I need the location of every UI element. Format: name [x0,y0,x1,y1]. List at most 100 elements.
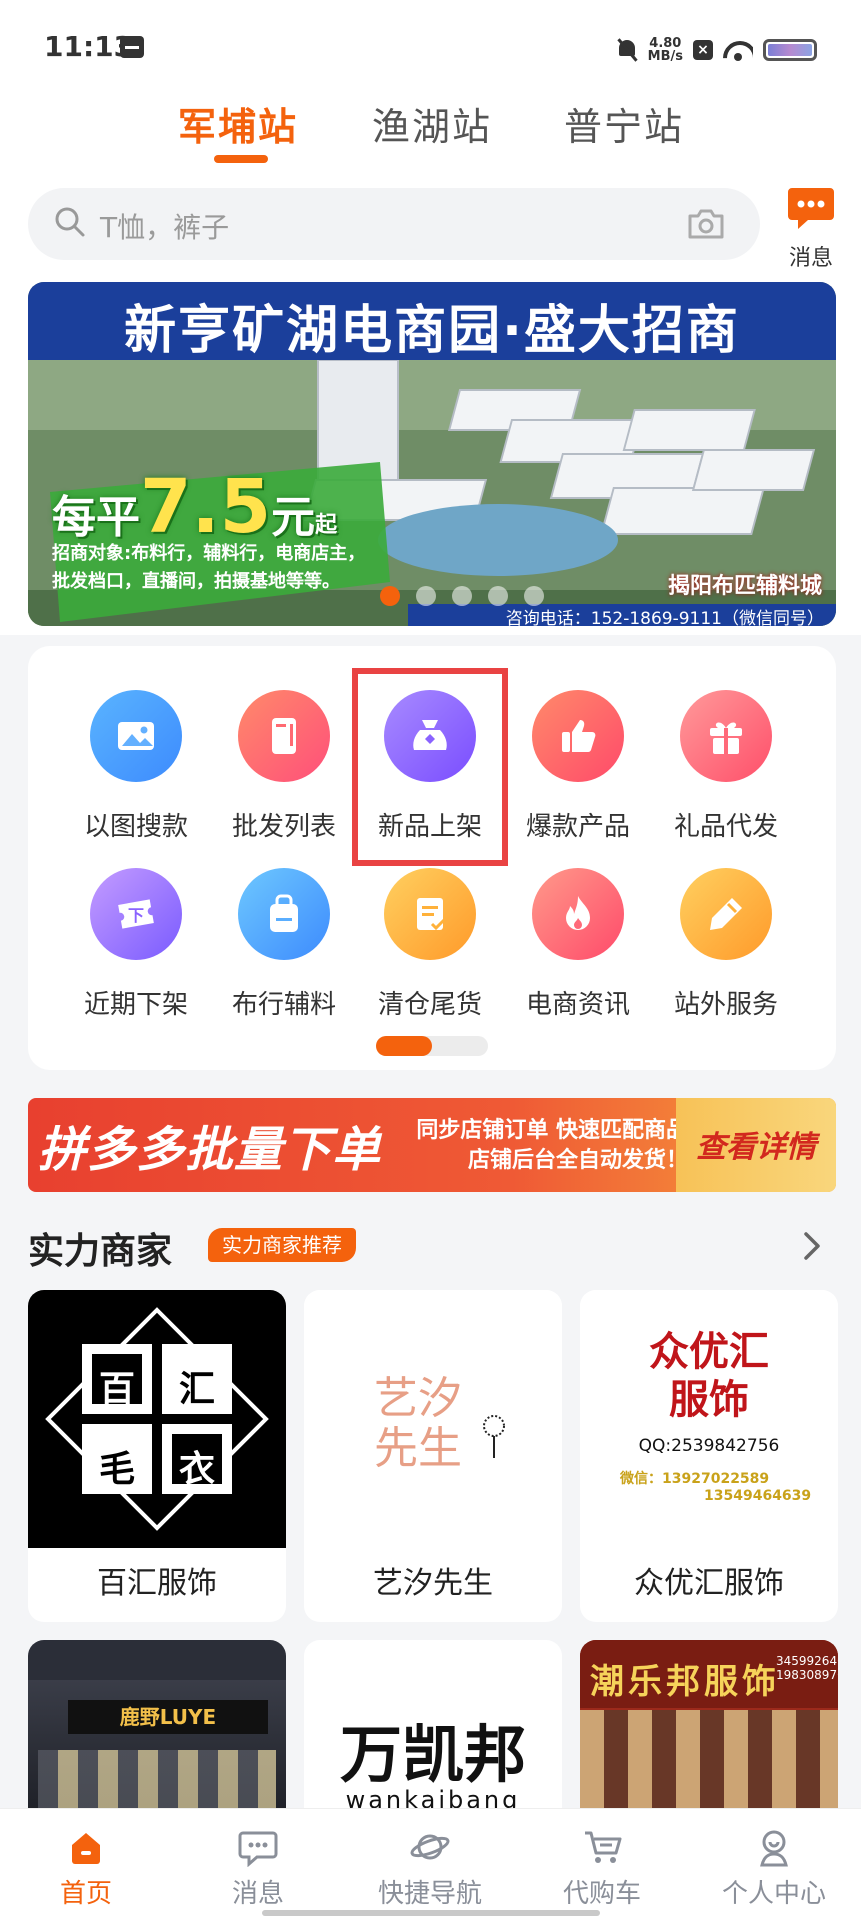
promo-sub-line2: 店铺后台全自动发货！ [467,1148,688,1173]
nav-label: 快捷导航 [377,1879,482,1909]
merchant-card[interactable]: 众优汇 服饰 QQ:2539842756 微信：13927022589 1354… [580,1290,838,1622]
merchant-logo: 艺汐 先生 [304,1290,562,1548]
logo-line: 先生 [374,1423,462,1474]
merchant-name: 百汇服饰 [97,1566,217,1601]
store-phone-line: 345992640 [776,1654,838,1668]
carousel-dot[interactable] [524,586,544,606]
highlight-box [352,668,508,866]
merchant-card[interactable]: 潮乐邦服饰 345992640 19830897030 [580,1640,838,1810]
notification-icon [120,36,144,58]
view-details-button[interactable]: 查看详情 [676,1098,836,1192]
menu-label: 站外服务 [673,990,778,1020]
carousel-dot[interactable] [416,586,436,606]
message-entry[interactable]: 消息 [780,186,840,271]
nav-home[interactable]: 首页 [0,1809,172,1920]
pencil-icon [680,868,772,960]
price-value: 7.5 [140,464,272,550]
tab-puning[interactable]: 普宁站 [564,96,684,151]
menu-item-gift-dropship[interactable]: 礼品代发 [656,652,796,842]
diamond-logo-frame [45,1307,269,1531]
menu-item-recently-removed[interactable]: 下 近期下架 [66,830,206,1020]
user-icon [760,1830,788,1867]
status-bar: 11:13 4.80 MB/s × [0,0,861,100]
promo-banner-carousel[interactable]: 新亨矿湖电商园·盛大招商 每平7.5元起 招商对象:布料行，辅料行，电商店主，批… [28,282,836,626]
store-phone-line: 19830897030 [776,1668,838,1682]
chevron-right-icon[interactable] [800,1226,824,1266]
image-icon [90,690,182,782]
camera-icon[interactable] [686,208,726,240]
nav-messages[interactable]: 消息 [172,1809,344,1920]
price-unit: 元 [271,492,316,543]
menu-pager-active [376,1036,432,1056]
nav-label: 代购车 [562,1879,641,1909]
pdd-promo-banner[interactable]: 拼多多批量下单 同步店铺订单 快速匹配商品 店铺后台全自动发货！ 查看详情 [28,1098,836,1192]
home-indicator[interactable] [262,1910,600,1916]
logo-char: 汇 [178,1369,215,1410]
home-icon [72,1833,100,1864]
ticket-down-icon: 下 [90,868,182,960]
message-entry-label: 消息 [788,246,833,271]
logo-qq: QQ:2539842756 [638,1436,780,1456]
menu-item-image-search[interactable]: 以图搜款 [66,652,206,842]
merchant-name: 众优汇服饰 [634,1566,784,1601]
search-input[interactable]: T恤，裤子 [100,206,229,246]
notebook-icon [238,690,330,782]
nav-label: 消息 [231,1879,284,1909]
price-suffix: 起 [315,513,338,538]
merchant-card[interactable]: 艺汐 先生 艺汐先生 [304,1290,562,1622]
station-tabs: 军埔站 渔湖站 普宁站 [0,90,861,170]
carousel-dot[interactable] [488,586,508,606]
cart-icon [585,1831,622,1863]
banner-target-text: 招商对象:布料行，辅料行，电商店主，批发档口，直播间，拍摄基地等等。 [52,543,366,592]
carousel-dot[interactable] [380,586,400,606]
merchant-logo: 众优汇 服饰 QQ:2539842756 微信：13927022589 1354… [580,1290,838,1548]
store-phone: 345992640 19830897030 [776,1654,838,1682]
merchant-name: 艺汐先生 [373,1566,493,1601]
logo-line: 服饰 [669,1376,749,1423]
logo-char: 衣 [178,1449,215,1490]
battery-icon [763,39,817,61]
section-title: 实力商家 [28,1231,173,1272]
logo-line: 众优汇 [649,1328,769,1375]
carousel-dots [380,586,544,606]
logo-wechat: 微信：13927022589 [620,1471,770,1487]
status-indicators: 4.80 MB/s × [616,32,817,68]
menu-item-hot-products[interactable]: 爆款产品 [508,652,648,842]
gift-icon [680,690,772,782]
network-speed-unit: MB/s [647,49,683,64]
search-bar[interactable]: T恤，裤子 [28,188,760,260]
view-details-label: 查看详情 [696,1130,816,1165]
nav-profile[interactable]: 个人中心 [688,1809,860,1920]
nav-label: 个人中心 [721,1879,826,1909]
merchant-card[interactable]: 万凯邦 wankaibang [304,1640,562,1810]
store-sign: 鹿野LUYE [68,1700,268,1734]
clipboard-icon [384,868,476,960]
chat-bubble-icon [788,188,834,229]
dandelion-icon [483,1415,505,1458]
logo-text: 万凯邦 [339,1718,526,1791]
planet-icon [410,1834,450,1860]
wifi-icon [723,39,753,61]
menu-item-external-services[interactable]: 站外服务 [656,830,796,1020]
nav-quick-navigation[interactable]: 快捷导航 [344,1809,516,1920]
tab-yuhu[interactable]: 渔湖站 [372,96,492,151]
banner-price: 每平7.5元起 [52,464,337,550]
storefront-windows [38,1750,276,1810]
chat-icon [238,1831,278,1867]
menu-item-wholesale-list[interactable]: 批发列表 [214,652,354,842]
section-tag: 实力商家推荐 [208,1228,356,1262]
nav-cart[interactable]: 代购车 [516,1809,688,1920]
merchant-card[interactable]: 鹿野LUYE [28,1640,286,1810]
tab-junpu[interactable]: 军埔站 [178,96,298,151]
active-tab-indicator [214,155,268,163]
carousel-dot[interactable] [452,586,472,606]
logo-text: 众优汇 服饰 [580,1328,838,1424]
bottom-nav: 首页 消息 快捷导航 代购车 个人中心 [0,1808,861,1920]
menu-item-fabric-accessories[interactable]: 布行辅料 [214,830,354,1020]
menu-item-ecommerce-news[interactable]: 电商资讯 [508,830,648,1020]
merchant-card[interactable]: 百 汇 毛 衣 百汇服饰 [28,1290,286,1622]
logo-char: 毛 [98,1449,135,1490]
logo-line: 艺汐 [374,1373,462,1424]
banner-brand: 揭阳布匹辅料城 [667,574,822,599]
logo-char: 百 [98,1369,135,1410]
